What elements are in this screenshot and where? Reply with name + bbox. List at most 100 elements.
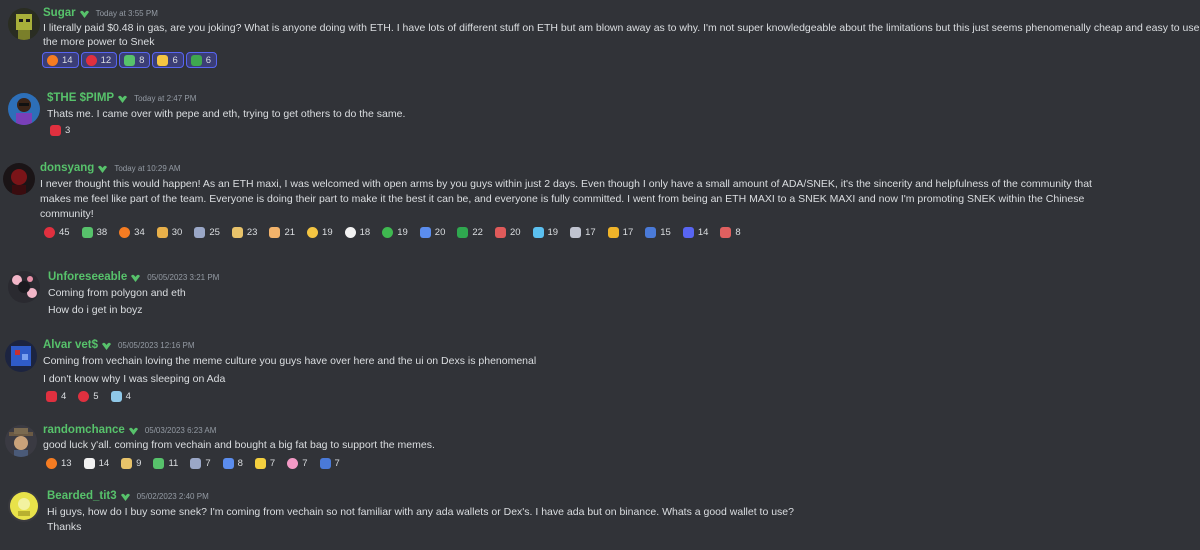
rocket-icon: [194, 226, 206, 238]
timestamp: Today at 2:47 PM: [134, 93, 197, 103]
reaction-swoosh[interactable]: 15: [641, 224, 677, 240]
snake-icon: [124, 54, 136, 66]
leaf-badge-icon: [96, 163, 109, 174]
crown-icon: [607, 226, 619, 238]
message-line: I never thought this would happen! As an…: [40, 178, 1092, 190]
reaction-thumbs-up[interactable]: 6: [152, 52, 184, 68]
reaction-snake[interactable]: 8: [119, 52, 151, 68]
reaction-hundred[interactable]: 3: [46, 122, 76, 138]
reaction-snake[interactable]: 11: [149, 455, 184, 471]
reaction-bar: 14 12 8 6 6: [42, 52, 219, 68]
check-icon: [190, 54, 202, 66]
beer-icon: [156, 226, 168, 238]
hundred-icon: [50, 124, 61, 136]
chart-icon: [419, 226, 431, 238]
cheers-icon: [121, 457, 133, 469]
username[interactable]: donsyang: [40, 162, 94, 174]
reaction-fire[interactable]: 34: [115, 224, 151, 240]
reaction-smile[interactable]: 19: [303, 224, 339, 240]
reaction-fire[interactable]: 13: [42, 455, 78, 471]
reaction-party[interactable]: 20: [491, 224, 527, 240]
yellow-avatar[interactable]: [8, 490, 40, 522]
username[interactable]: Unforeseeable: [48, 271, 127, 283]
reaction-white-heart[interactable]: 18: [341, 224, 377, 240]
chart-icon: [222, 457, 234, 469]
reaction-cheers[interactable]: 23: [228, 224, 264, 240]
rocket-icon: [190, 457, 202, 469]
white-heart-icon: [344, 226, 356, 238]
snake-icon: [81, 226, 93, 238]
party-icon: [494, 226, 506, 238]
leaf-badge-icon: [100, 340, 113, 351]
reaction-snake[interactable]: 38: [78, 224, 114, 240]
username[interactable]: Alvar vet$: [43, 339, 98, 351]
reaction-rocket[interactable]: 7: [186, 455, 216, 471]
robot-avatar[interactable]: [8, 8, 40, 40]
hundred-icon: [46, 390, 57, 402]
message-line: the more power to Snek: [43, 36, 155, 48]
reaction-bar: 13 14 9 11 7 8 7 7 7: [42, 455, 348, 471]
reaction-heart[interactable]: 12: [80, 52, 118, 68]
reaction-green-heart[interactable]: 19: [378, 224, 414, 240]
reaction-rocket[interactable]: 25: [190, 224, 226, 240]
message-line: good luck y'all. coming from vechain and…: [43, 439, 435, 451]
heart-icon: [85, 54, 97, 66]
reaction-stripe[interactable]: 14: [679, 224, 715, 240]
reaction-banana[interactable]: 7: [251, 455, 281, 471]
reaction-heart[interactable]: 45: [40, 224, 76, 240]
character-avatar[interactable]: [8, 93, 40, 125]
username[interactable]: $THE $PIMP: [47, 92, 114, 104]
stripe-icon: [682, 226, 694, 238]
reaction-cup[interactable]: 4: [107, 388, 137, 404]
leaf-badge-icon: [116, 93, 129, 104]
message-line: Thanks: [47, 521, 82, 533]
reaction-crown[interactable]: 17: [604, 224, 640, 240]
username[interactable]: Sugar: [43, 7, 76, 19]
reaction-bar: 3: [46, 122, 78, 138]
reaction-chart[interactable]: 8: [219, 455, 249, 471]
eyes-icon: [83, 457, 95, 469]
cowboy-avatar[interactable]: [5, 425, 37, 457]
reaction-broken-heart[interactable]: 5: [74, 388, 104, 404]
reaction-eyes[interactable]: 14: [80, 455, 116, 471]
banana-icon: [254, 457, 266, 469]
reaction-trend[interactable]: 8: [716, 224, 746, 240]
reaction-chart[interactable]: 20: [416, 224, 452, 240]
timestamp: Today at 10:29 AM: [114, 163, 181, 173]
reaction-bar: 45 38 34 30 25 23 21 19 18 19 20 22 20 1…: [40, 224, 749, 240]
snake-icon: [153, 457, 165, 469]
reaction-muscle[interactable]: 21: [265, 224, 301, 240]
reaction-fire[interactable]: 14: [42, 52, 79, 68]
message-line: I don't know why I was sleeping on Ada: [43, 373, 226, 385]
leaf-badge-icon: [129, 272, 142, 283]
cup-icon: [110, 390, 122, 402]
blossom-avatar[interactable]: [8, 271, 40, 303]
pixel-avatar[interactable]: [5, 340, 37, 372]
reaction-diamond[interactable]: 19: [529, 224, 565, 240]
fire-icon: [47, 54, 58, 66]
heart-icon: [44, 226, 55, 238]
reaction-check[interactable]: 6: [185, 52, 218, 68]
reaction-beer[interactable]: 30: [153, 224, 189, 240]
reaction-bar: 4 5 4: [42, 388, 139, 404]
message-line: I literally paid $0.48 in gas, are you j…: [43, 22, 1200, 34]
message-line: community!: [40, 208, 94, 220]
leaf-badge-icon: [127, 425, 140, 436]
reaction-snake-alt[interactable]: 22: [453, 224, 489, 240]
reaction-brain[interactable]: 7: [283, 455, 313, 471]
reaction-storm[interactable]: 17: [566, 224, 602, 240]
timestamp: 05/05/2023 3:21 PM: [147, 272, 220, 282]
muscle-icon: [269, 226, 281, 238]
reaction-cheers[interactable]: 9: [117, 455, 147, 471]
leaf-badge-icon: [78, 8, 91, 19]
username[interactable]: randomchance: [43, 424, 125, 436]
timestamp: 05/03/2023 6:23 AM: [144, 425, 217, 435]
reaction-swoosh[interactable]: 7: [316, 455, 346, 471]
storm-icon: [570, 226, 582, 238]
hooded-avatar[interactable]: [3, 163, 35, 195]
message-line: How do i get in boyz: [48, 304, 143, 316]
username[interactable]: Bearded_tit3: [47, 490, 117, 502]
thumbs-up-icon: [157, 54, 169, 66]
smile-icon: [307, 226, 319, 238]
reaction-hundred[interactable]: 4: [42, 388, 72, 404]
